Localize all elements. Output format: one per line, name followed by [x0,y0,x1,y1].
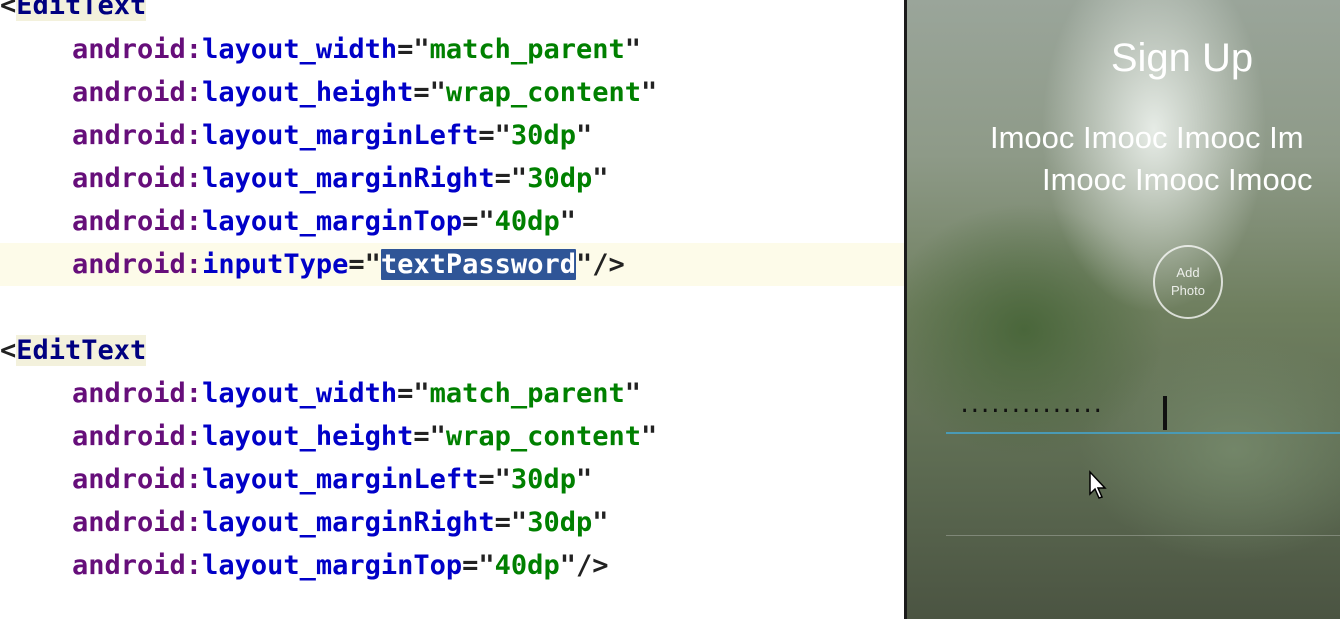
code-line-attr[interactable]: android:layout_marginRight="30dp" [0,157,608,200]
mouse-pointer-icon [1089,470,1107,499]
code-line-attr[interactable]: android:layout_marginTop="40dp" [0,200,576,243]
field-underline [946,432,1340,434]
signup-title: Sign Up [1110,36,1254,80]
subtitle-line-2: Imooc Imooc Imooc [1042,162,1313,197]
device-preview: Sign Up Imooc Imooc Imooc Im Imooc Imooc… [904,0,1340,619]
add-photo-label-1: Add [1176,265,1200,280]
code-line-attr[interactable]: android:layout_width="match_parent" [0,28,641,71]
code-line-attr[interactable]: android:layout_marginLeft="30dp" [0,114,592,157]
password-field[interactable]: ·············· [946,392,1340,436]
code-line-attr[interactable]: android:layout_height="wrap_content" [0,71,657,114]
password-mask: ·············· [958,399,1104,424]
edittext-tag: EditText [16,0,147,21]
add-photo-button[interactable]: Add Photo [1153,245,1223,319]
code-line-attr[interactable]: android:layout_marginRight="30dp" [0,501,608,544]
code-line-attr[interactable]: android:layout_marginTop="40dp"/> [0,544,608,587]
code-editor[interactable]: <EditText android:layout_width="match_pa… [0,0,904,619]
code-line-attr[interactable]: android:layout_width="match_parent" [0,372,641,415]
add-photo-label-2: Photo [1171,283,1205,298]
subtitle-line-1: Imooc Imooc Imooc Im [990,120,1304,155]
code-line-attr[interactable]: android:layout_marginLeft="30dp" [0,458,592,501]
preview-divider [904,0,907,619]
selected-text[interactable]: textPassword [380,249,576,280]
code-line-tag-open[interactable]: <EditText [0,329,147,372]
code-line-attr[interactable]: android:layout_height="wrap_content" [0,415,657,458]
second-field-underline[interactable] [946,535,1340,536]
code-line-tag-open[interactable]: <EditText [0,0,147,27]
text-caret [1163,396,1167,430]
code-line-current[interactable]: android:inputType="textPassword"/> [0,243,904,286]
edittext-tag: EditText [16,335,147,366]
